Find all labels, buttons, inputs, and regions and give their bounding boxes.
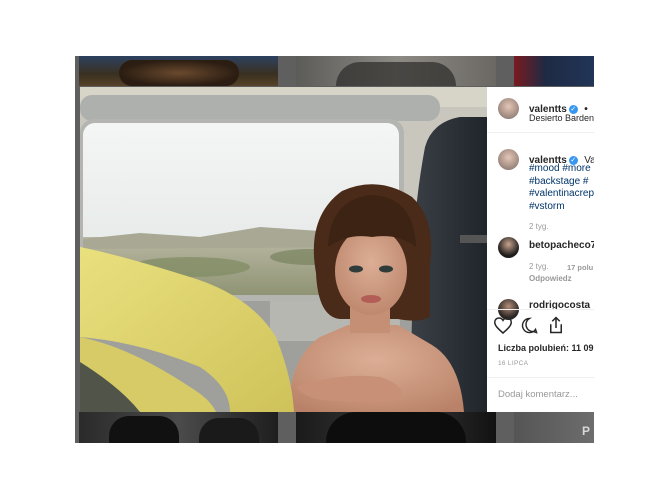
post-date: 16 LIPCA xyxy=(498,360,529,367)
thumbnail-watermark: P xyxy=(582,424,591,438)
hashtag-line[interactable]: #backstage # xyxy=(529,176,589,189)
comment-age: 2 tyg. xyxy=(529,262,549,271)
comment-likes[interactable]: 17 polu xyxy=(567,263,593,272)
comment-icon[interactable] xyxy=(521,317,538,334)
grid-thumbnail[interactable] xyxy=(296,412,496,443)
avatar[interactable] xyxy=(498,149,519,170)
post-photo[interactable] xyxy=(80,87,487,412)
avatar[interactable] xyxy=(498,237,519,258)
hashtag-line[interactable]: #valentinacrep xyxy=(529,188,594,201)
share-icon[interactable] xyxy=(548,316,564,334)
comment-input[interactable]: Dodaj komentarz... xyxy=(498,389,578,400)
heart-icon[interactable] xyxy=(494,317,512,334)
reply-link[interactable]: Odpowiedz xyxy=(529,274,572,283)
grid-thumbnail[interactable] xyxy=(79,412,278,443)
location-link[interactable]: Desierto Barden xyxy=(529,113,594,123)
likes-count[interactable]: Liczba polubień: 11 09 xyxy=(498,343,594,353)
instagram-post-modal-screenshot: valentts✓ • O Desierto Barden valentts✓ … xyxy=(75,56,594,443)
grid-thumbnail[interactable]: P xyxy=(514,412,594,443)
background-grid-bottom: P xyxy=(75,412,594,443)
grid-thumbnail[interactable] xyxy=(514,56,594,86)
caption-age: 2 tyg. xyxy=(529,222,549,231)
background-grid-top xyxy=(75,56,594,86)
post-side-panel: valentts✓ • O Desierto Barden valentts✓ … xyxy=(487,87,594,412)
divider xyxy=(487,309,594,310)
divider xyxy=(487,132,594,133)
avatar[interactable] xyxy=(498,98,519,119)
post-image xyxy=(80,87,487,412)
comment-username[interactable]: betopacheco7 xyxy=(529,240,594,251)
grid-thumbnail[interactable] xyxy=(79,56,278,86)
divider xyxy=(487,377,594,378)
grid-thumbnail[interactable] xyxy=(296,56,496,86)
hashtag-line[interactable]: #mood #more xyxy=(529,163,591,176)
hashtag-line[interactable]: #vstorm xyxy=(529,201,565,214)
